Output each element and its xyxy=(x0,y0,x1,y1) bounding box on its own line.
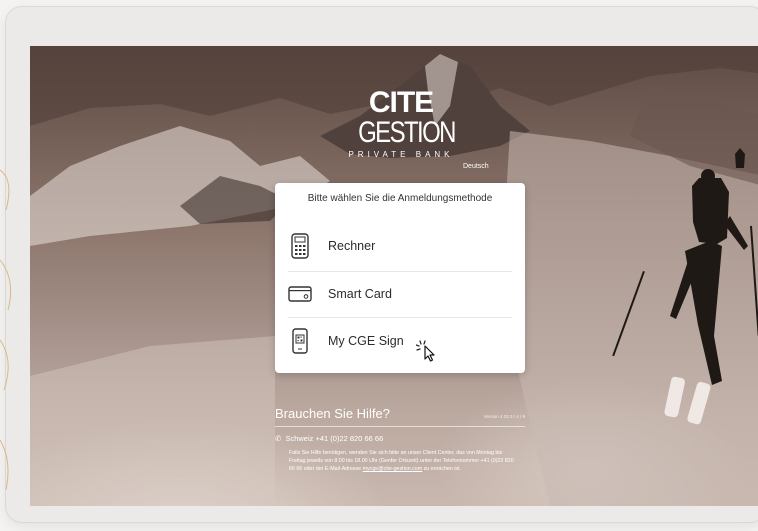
smart-card-icon xyxy=(288,280,312,308)
language-selector[interactable]: Deutsch xyxy=(463,163,489,170)
device-frame: CITEGESTION PRIVATE BANK Deutsch Bitte w… xyxy=(6,7,758,522)
login-screen: CITEGESTION PRIVATE BANK Deutsch Bitte w… xyxy=(30,46,758,506)
option-label: My CGE Sign xyxy=(328,334,404,348)
login-option-calculator[interactable]: Rechner xyxy=(288,225,512,267)
logo-bold-text: CITE xyxy=(368,86,434,119)
bank-logo: CITEGESTION PRIVATE BANK xyxy=(346,86,456,160)
help-description: Falls Sie Hilfe benötigen, wenden Sie si… xyxy=(289,449,519,473)
logo-subtitle: PRIVATE BANK xyxy=(348,150,454,159)
mouse-pointer-icon xyxy=(415,340,440,367)
option-label: Rechner xyxy=(328,239,376,253)
calculator-icon xyxy=(288,232,312,260)
login-prompt: Bitte wählen Sie die Anmeldungsmethode xyxy=(307,193,493,204)
phone-number: Schweiz +41 (0)22 820 66 66 xyxy=(285,434,384,443)
help-title: Brauchen Sie Hilfe? xyxy=(275,406,390,421)
logo-light-text: GESTION xyxy=(358,116,456,149)
version-label: Version 4.33.3 / 4 / 9 xyxy=(483,414,525,419)
login-option-my-cge-sign[interactable]: My CGE Sign xyxy=(288,320,512,362)
login-method-card: Bitte wählen Sie die Anmeldungsmethode R… xyxy=(275,183,525,373)
mobile-qr-icon xyxy=(288,327,312,355)
help-section: Brauchen Sie Hilfe? Version 4.33.3 / 4 /… xyxy=(275,406,525,473)
option-label: Smart Card xyxy=(328,287,392,301)
decorative-lines xyxy=(0,169,12,491)
help-divider xyxy=(275,426,525,427)
divider xyxy=(288,271,512,272)
login-option-smart-card[interactable]: Smart Card xyxy=(288,273,512,315)
divider xyxy=(288,317,512,318)
support-email-link[interactable]: mycge@cite-gestion.com xyxy=(363,466,423,472)
phone-icon: ✆ xyxy=(275,434,282,443)
help-text-part: zu erreichen ist. xyxy=(422,466,462,472)
help-phone: ✆ Schweiz +41 (0)22 820 66 66 xyxy=(275,434,525,443)
